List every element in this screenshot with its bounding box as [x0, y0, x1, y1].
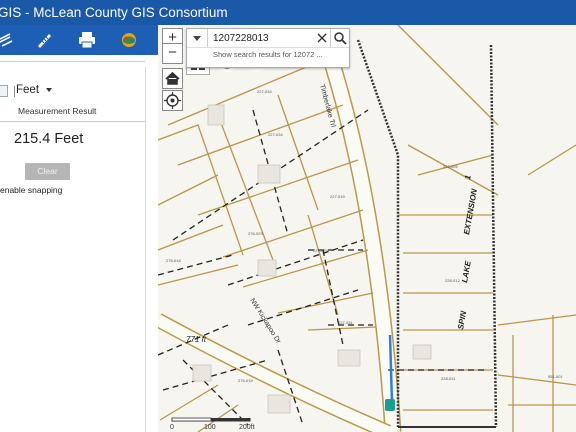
search-icon [334, 32, 347, 45]
svg-text:227-034: 227-034 [257, 89, 272, 94]
parcel-map: 227-034 227-034 227-019 227-029 227-031 226… [158, 25, 576, 432]
lake-label-number: 1 [463, 174, 473, 180]
home-button[interactable] [162, 68, 183, 89]
print-icon [79, 32, 95, 49]
search-input[interactable] [213, 30, 313, 46]
locate-button[interactable] [162, 90, 183, 111]
svg-text:227-031: 227-031 [338, 320, 353, 325]
snapping-label[interactable]: enable snapping [0, 185, 62, 195]
app-title: GIS - McLean County GIS Consortium [0, 5, 228, 20]
svg-text:226-005: 226-005 [443, 164, 458, 169]
search-suggestion[interactable]: Show search results for 12072 ... [213, 50, 323, 59]
svg-text:227-034: 227-034 [268, 132, 283, 137]
scale-label-100: 100 [204, 424, 216, 430]
scale-label-0: 0 [170, 424, 174, 430]
measure-segment-label: 771 ft [186, 335, 207, 344]
street-label-kickapoo: NW Kickapoo Dr [248, 297, 282, 345]
locate-icon [164, 92, 181, 109]
svg-text:276-029: 276-029 [248, 231, 263, 236]
layers-icon [122, 33, 136, 47]
svg-text:276-018: 276-018 [166, 258, 181, 263]
measurement-result-value: 215.4 Feet [14, 131, 84, 147]
app-window: GIS - McLean County GIS Consortium 227-0… [0, 0, 576, 432]
zoom-out-button[interactable]: − [162, 43, 183, 64]
layers-button[interactable] [117, 28, 141, 52]
measure-tool-button[interactable] [0, 28, 18, 52]
lake-label-spin: SPIN [456, 310, 468, 330]
search-button[interactable] [330, 29, 350, 47]
scale-label-200: 200ft [239, 424, 255, 430]
close-icon [317, 33, 327, 43]
chevron-down-icon[interactable] [46, 88, 52, 92]
home-icon [165, 71, 180, 85]
search-source-dropdown[interactable] [187, 29, 208, 47]
app-header: GIS - McLean County GIS Consortium [0, 0, 576, 25]
lake-label-lake: LAKE [460, 260, 473, 284]
svg-text:551-001: 551-001 [548, 374, 563, 379]
print-button[interactable] [75, 28, 99, 52]
svg-text:227-019: 227-019 [330, 194, 345, 199]
map-view[interactable]: 227-034 227-034 227-019 227-029 227-031 226… [158, 25, 576, 432]
svg-text:276-019: 276-019 [238, 378, 253, 383]
clear-button[interactable]: Clear [25, 163, 70, 180]
measurement-result-label: Measurement Result [18, 106, 97, 116]
unit-select[interactable]: Feet [16, 84, 39, 96]
ruler-tool-button[interactable] [32, 28, 56, 52]
chevron-down-icon [193, 36, 201, 41]
clear-search-button[interactable] [315, 30, 329, 46]
measure-panel: Feet Measurement Result 215.4 Feet Clear… [0, 55, 158, 432]
svg-text:228-011: 228-011 [441, 376, 456, 381]
scale-bar: 0 100 200ft [170, 416, 256, 431]
svg-text:227-029: 227-029 [313, 248, 328, 253]
measure-icon [0, 33, 13, 47]
search-widget: Show search results for 12072 ... [186, 28, 350, 68]
toolbar [0, 25, 160, 55]
svg-text:228-012: 228-012 [445, 278, 460, 283]
area-icon [0, 85, 8, 97]
ruler-icon [38, 34, 51, 48]
lake-label-extension: EXTENSION [462, 188, 479, 235]
